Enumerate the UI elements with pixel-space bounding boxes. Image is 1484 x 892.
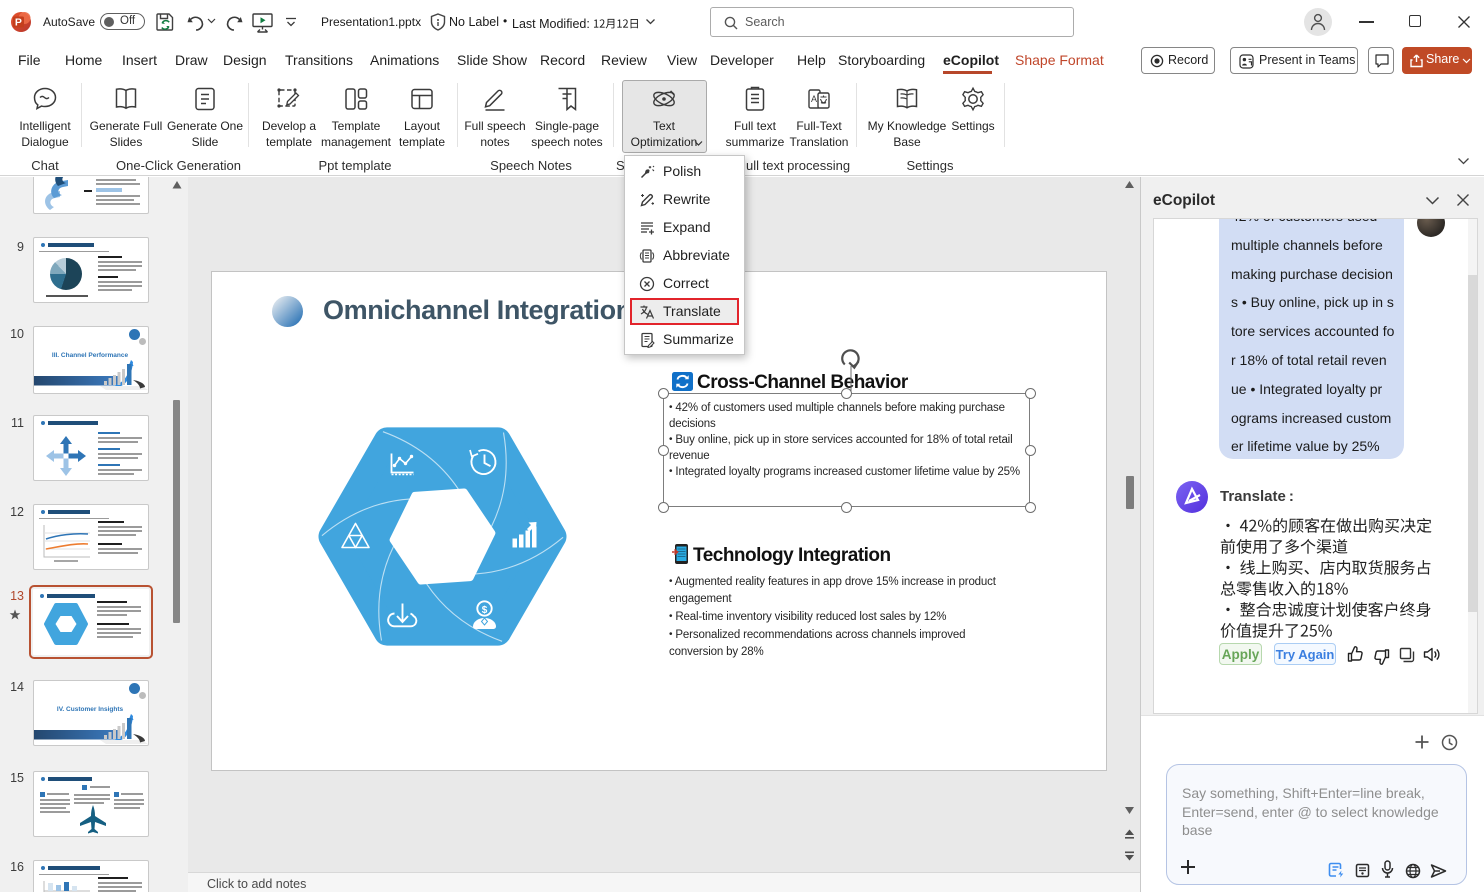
svg-text:P: P [15,17,22,29]
svg-text:$: $ [482,605,488,616]
svg-text:A: A [811,94,817,104]
